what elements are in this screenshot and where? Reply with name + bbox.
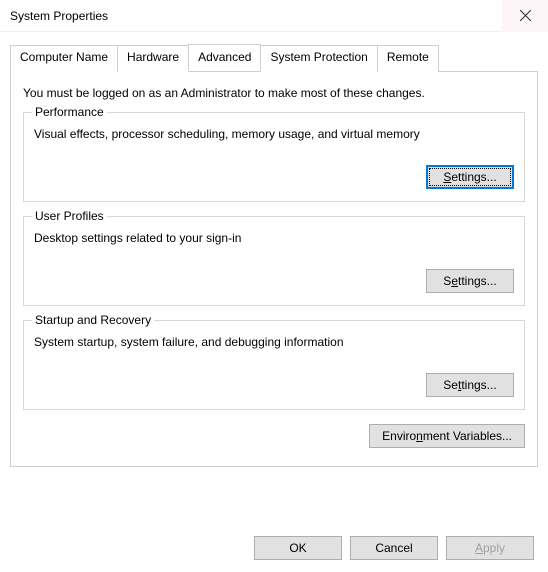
tab-advanced[interactable]: Advanced [188, 44, 261, 71]
tab-system-protection[interactable]: System Protection [260, 45, 377, 72]
performance-group: Performance Visual effects, processor sc… [23, 112, 525, 202]
startup-recovery-desc: System startup, system failure, and debu… [34, 335, 514, 349]
tab-container: Computer Name Hardware Advanced System P… [0, 32, 548, 467]
env-vars-row: Environment Variables... [23, 424, 525, 448]
user-profiles-group: User Profiles Desktop settings related t… [23, 216, 525, 306]
tab-computer-name[interactable]: Computer Name [10, 45, 118, 72]
startup-recovery-group: Startup and Recovery System startup, sys… [23, 320, 525, 410]
performance-title: Performance [32, 105, 107, 119]
user-profiles-desc: Desktop settings related to your sign-in [34, 231, 514, 245]
window-title: System Properties [10, 9, 108, 23]
tab-hardware[interactable]: Hardware [117, 45, 189, 72]
tab-strip: Computer Name Hardware Advanced System P… [10, 44, 538, 71]
startup-recovery-settings-button[interactable]: Settings... [426, 373, 514, 397]
dialog-buttons: OK Cancel Apply [254, 536, 534, 560]
admin-notice: You must be logged on as an Administrato… [23, 86, 525, 100]
user-profiles-button-row: Settings... [34, 269, 514, 293]
startup-recovery-button-row: Settings... [34, 373, 514, 397]
user-profiles-title: User Profiles [32, 209, 107, 223]
startup-recovery-title: Startup and Recovery [32, 313, 154, 327]
performance-desc: Visual effects, processor scheduling, me… [34, 127, 514, 141]
performance-settings-button[interactable]: Settings... [426, 165, 514, 189]
performance-button-row: Settings... [34, 165, 514, 189]
ok-button[interactable]: OK [254, 536, 342, 560]
tab-panel-advanced: You must be logged on as an Administrato… [10, 71, 538, 467]
environment-variables-button[interactable]: Environment Variables... [369, 424, 525, 448]
tab-remote[interactable]: Remote [377, 45, 439, 72]
close-button[interactable] [502, 0, 548, 32]
user-profiles-settings-button[interactable]: Settings... [426, 269, 514, 293]
titlebar: System Properties [0, 0, 548, 32]
close-icon [520, 10, 531, 21]
cancel-button[interactable]: Cancel [350, 536, 438, 560]
apply-button: Apply [446, 536, 534, 560]
